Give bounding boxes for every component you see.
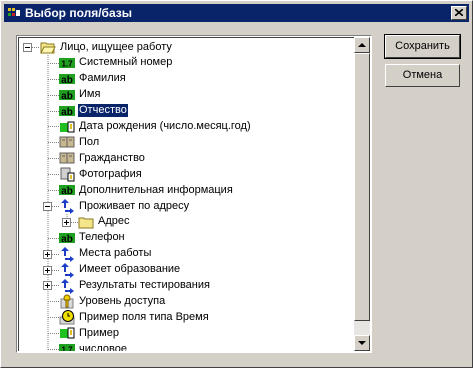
photo-field-icon (59, 166, 75, 182)
tree-item[interactable]: Дата рождения (число.месяц.год) (59, 119, 252, 135)
cancel-button[interactable]: Отмена (385, 64, 460, 87)
svg-text:ab: ab (61, 234, 73, 245)
tree-item[interactable]: 1.7 Системный номер (59, 55, 173, 71)
clock-field-icon (59, 309, 75, 325)
tree-item-label: Проживает по адресу (79, 199, 190, 212)
expand-icon[interactable] (43, 281, 52, 290)
tree-item[interactable]: Уровень доступа (59, 293, 166, 309)
tree-item[interactable]: Пример (59, 325, 120, 341)
tree-item[interactable]: 1.7 числовое (59, 341, 128, 351)
folder-open-icon (40, 39, 56, 55)
expand-icon[interactable] (43, 266, 52, 275)
tree-item-label: Фотография (79, 167, 142, 180)
tree-item-label: Места работы (79, 247, 152, 260)
svg-text:ab: ab (61, 91, 73, 102)
tree-item-label: Отчество (77, 103, 129, 119)
tree-item[interactable]: Гражданство (59, 150, 146, 166)
number-field-icon: 1.7 (59, 341, 75, 351)
tree-item[interactable]: Результаты тестирования (59, 278, 211, 294)
tree-item[interactable]: ab Отчество (59, 103, 129, 119)
collapse-icon[interactable] (43, 202, 52, 211)
tree-item-label: Уровень доступа (79, 294, 166, 307)
key-field-icon (59, 293, 75, 309)
expand-icon[interactable] (43, 250, 52, 259)
save-button[interactable]: Сохранить (384, 34, 461, 59)
scroll-down-button[interactable] (354, 335, 370, 351)
book-field-icon (59, 150, 75, 166)
text-field-icon: ab (59, 182, 75, 198)
tree-item-label: Дополнительная информация (79, 183, 233, 196)
title-bar[interactable]: Выбор поля/базы (4, 4, 469, 22)
tree-item-label: Телефон (79, 231, 125, 244)
tree-item-label: Дата рождения (число.месяц.год) (79, 120, 251, 132)
tree-item[interactable]: Пример поля типа Время (59, 309, 210, 325)
tree-item[interactable]: Пол (59, 134, 100, 150)
tree-viewport: Лицо, ищущее работу 1.7 Системный номер ab Ф… (18, 37, 370, 351)
tree-item[interactable]: Фотография (59, 166, 143, 182)
tree-item[interactable]: ab Дополнительная информация (59, 182, 234, 198)
svg-text:1.7: 1.7 (61, 346, 73, 351)
tree-item[interactable]: Адрес (78, 214, 131, 230)
arrow-down-icon (358, 341, 366, 345)
scroll-thumb[interactable] (354, 53, 370, 321)
tree-item[interactable]: ab Телефон (59, 230, 126, 246)
link-field-icon (59, 262, 75, 278)
tree-vertical-scrollbar[interactable] (354, 37, 370, 351)
arrow-up-icon (358, 43, 366, 47)
folder-icon (78, 214, 94, 230)
tree-item-label: Фамилия (79, 72, 126, 85)
tree-item-label: Пол (79, 135, 100, 148)
tree-item[interactable]: Проживает по адресу (59, 198, 190, 214)
expand-icon[interactable] (62, 218, 71, 227)
text-field-icon: ab (59, 71, 75, 87)
app-icon (8, 8, 20, 16)
tree-item-label: Адрес (98, 215, 130, 228)
text-field-icon: ab (59, 230, 75, 246)
link-field-icon (59, 246, 75, 262)
tree-item-label: Пример (79, 326, 119, 339)
tree-item-label: числовое (79, 342, 127, 351)
svg-text:ab: ab (61, 107, 73, 118)
tree-item[interactable]: Места работы (59, 246, 152, 262)
tree-item-label: Результаты тестирования (79, 279, 210, 291)
book-field-icon (59, 134, 75, 150)
field-tree[interactable]: Лицо, ищущее работу 1.7 Системный номер ab Ф… (16, 35, 372, 353)
tree-item[interactable]: ab Имя (59, 87, 101, 103)
tree-item[interactable]: Имеет образование (59, 262, 181, 278)
tree-item-label: Лицо, ищущее работу (60, 40, 172, 53)
dialog-window: Выбор поля/базы Лицо, ищущее работу 1.7 Си… (0, 0, 473, 368)
text-field-icon: ab (59, 103, 75, 119)
date-field-icon (59, 119, 75, 135)
svg-text:1.7: 1.7 (61, 59, 73, 68)
tree-item-label: Пример поля типа Время (79, 310, 209, 323)
tree-item-label: Имеет образование (79, 263, 181, 276)
text-field-icon: ab (59, 87, 75, 103)
tree-item-label: Гражданство (79, 151, 145, 164)
scroll-up-button[interactable] (354, 37, 370, 53)
tree-item[interactable]: ab Фамилия (59, 71, 127, 87)
collapse-icon[interactable] (23, 43, 32, 52)
tree-item[interactable]: Лицо, ищущее работу (40, 39, 173, 55)
close-icon (455, 9, 463, 16)
link-field-icon (59, 198, 75, 214)
svg-text:ab: ab (61, 75, 73, 86)
close-button[interactable] (451, 6, 467, 20)
link-field-icon (59, 278, 75, 294)
tree-item-label: Системный номер (79, 56, 173, 69)
number-field-icon: 1.7 (59, 55, 75, 71)
date-field-icon (59, 325, 75, 341)
window-title: Выбор поля/базы (25, 6, 133, 20)
svg-text:ab: ab (61, 186, 73, 197)
tree-item-label: Имя (79, 88, 101, 101)
